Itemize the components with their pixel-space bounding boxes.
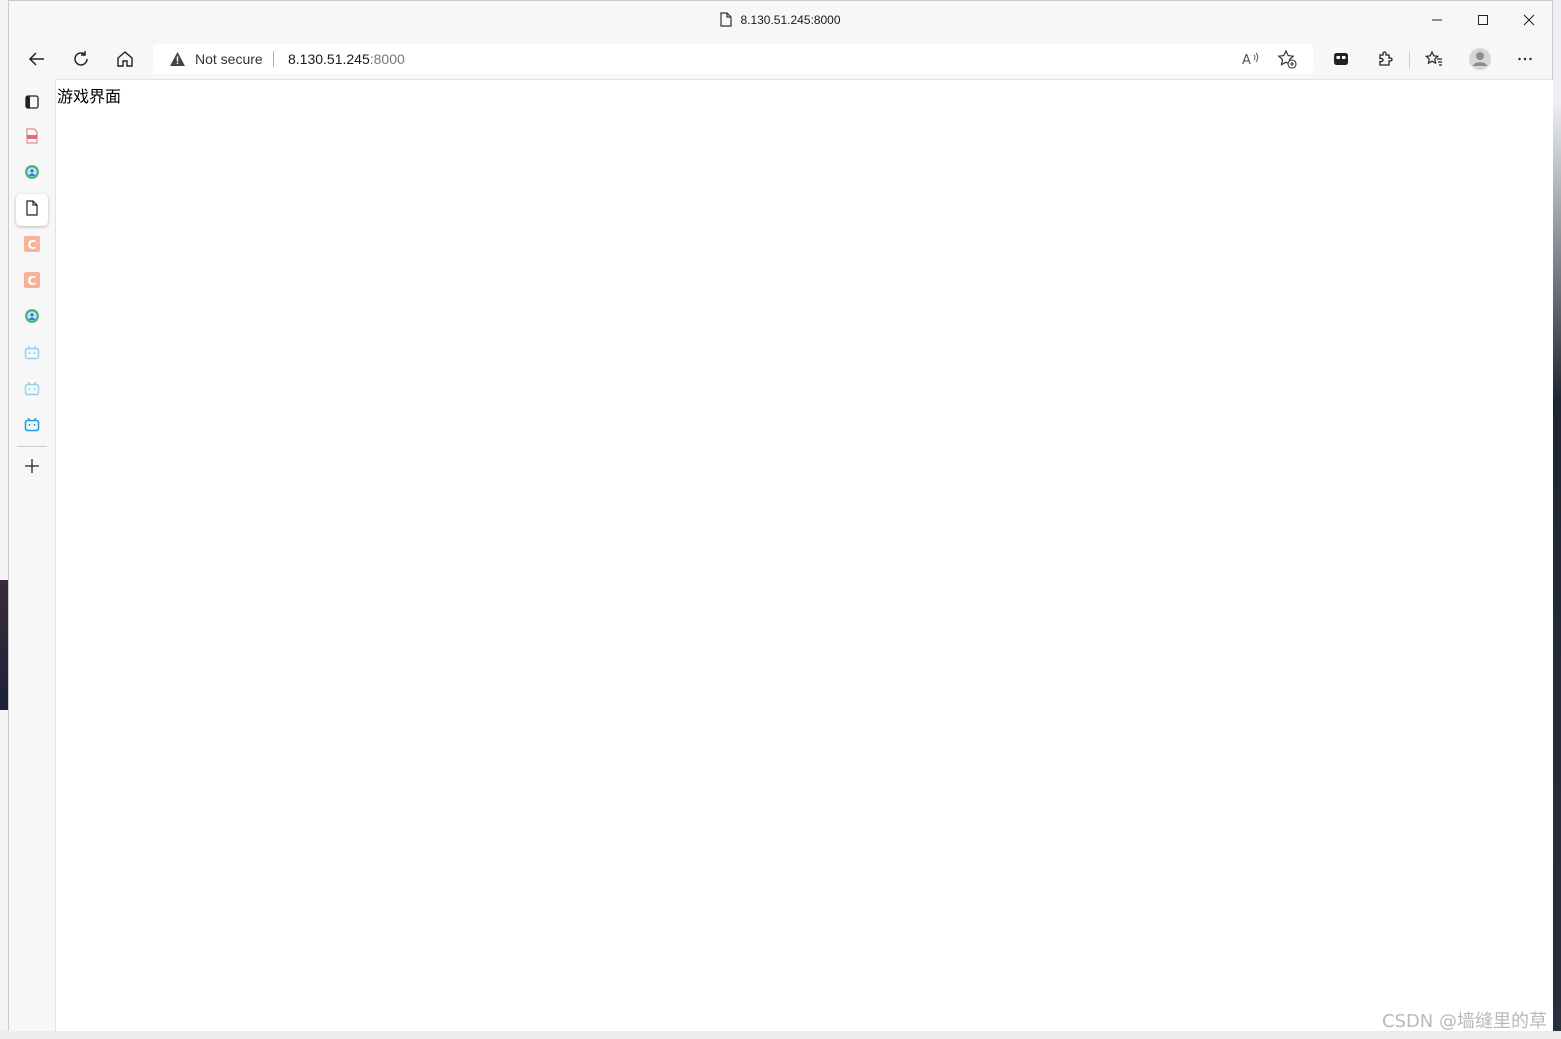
vertical-tab-bilibili-2[interactable] (16, 374, 48, 406)
warning-icon[interactable] (169, 51, 186, 72)
page-content: 游戏界面 (56, 79, 1553, 1031)
add-favorite-icon[interactable] (1277, 49, 1297, 74)
more-options-button[interactable] (1509, 43, 1541, 75)
favorites-button[interactable] (1418, 43, 1450, 75)
green-globe-icon (24, 308, 40, 329)
green-globe-icon (24, 164, 40, 185)
url-host: 8.130.51.245 (288, 51, 370, 67)
sidebar-separator (17, 446, 47, 447)
vertical-tab-pdf[interactable] (16, 122, 48, 154)
minimize-button[interactable] (1414, 1, 1460, 39)
maximize-button[interactable] (1460, 1, 1506, 39)
profile-avatar[interactable] (1464, 43, 1496, 75)
svg-text:C: C (28, 238, 37, 252)
vertical-tab-csdn-2[interactable]: C (16, 266, 48, 298)
extensions-button[interactable] (1369, 43, 1401, 75)
pdf-file-icon (24, 128, 40, 149)
url-text[interactable]: 8.130.51.245:8000 (288, 51, 405, 67)
url-port: :8000 (369, 51, 405, 67)
title-bar: 8.130.51.245:8000 (9, 1, 1552, 39)
bilibili-icon (24, 416, 40, 437)
watermark: CSDN @墙缝里的草 (1381, 1011, 1547, 1032)
page-document-icon (720, 12, 733, 30)
back-button[interactable] (21, 43, 53, 75)
plus-icon (24, 458, 40, 479)
workspaces-button[interactable] (1325, 43, 1357, 75)
bilibili-icon (24, 344, 40, 365)
desktop-background-right (1553, 0, 1561, 1039)
window-title: 8.130.51.245:8000 (9, 12, 1552, 30)
close-button[interactable] (1506, 1, 1552, 39)
vertical-tab-bilibili-3[interactable] (16, 410, 48, 442)
csdn-c-icon: C (24, 235, 40, 257)
toolbar-divider (1409, 51, 1410, 69)
csdn-c-icon: C (24, 271, 40, 293)
desktop-background-left (0, 0, 8, 1039)
vertical-tab-globe-2[interactable] (16, 302, 48, 334)
bilibili-icon (24, 380, 40, 401)
address-bar[interactable]: Not secure 8.130.51.245:8000 A (153, 44, 1313, 74)
browser-window: 8.130.51.245:8000 Not secure 8.130.51.24… (8, 0, 1553, 1031)
refresh-button[interactable] (65, 43, 97, 75)
vertical-tab-active-page[interactable] (16, 194, 48, 226)
svg-text:C: C (28, 274, 37, 288)
vertical-tab-csdn-1[interactable]: C (16, 230, 48, 262)
blank-page-icon (25, 199, 39, 221)
vertical-tab-globe-1[interactable] (16, 158, 48, 190)
new-tab-button[interactable] (16, 452, 48, 484)
home-button[interactable] (109, 43, 141, 75)
address-separator (273, 51, 274, 67)
navigation-toolbar: Not secure 8.130.51.245:8000 A (9, 39, 1552, 79)
desktop-background-bottom (0, 1031, 1561, 1039)
svg-text:A: A (1242, 53, 1251, 68)
vertical-tab-bilibili-1[interactable] (16, 338, 48, 370)
page-body-text: 游戏界面 (57, 87, 122, 106)
tab-actions-icon (24, 94, 40, 115)
tab-actions-button[interactable] (16, 88, 48, 120)
not-secure-label[interactable]: Not secure (195, 51, 263, 67)
vertical-tabs-sidebar: C C (9, 79, 56, 1031)
window-title-text: 8.130.51.245:8000 (740, 13, 841, 27)
read-aloud-icon[interactable]: A (1241, 49, 1261, 74)
